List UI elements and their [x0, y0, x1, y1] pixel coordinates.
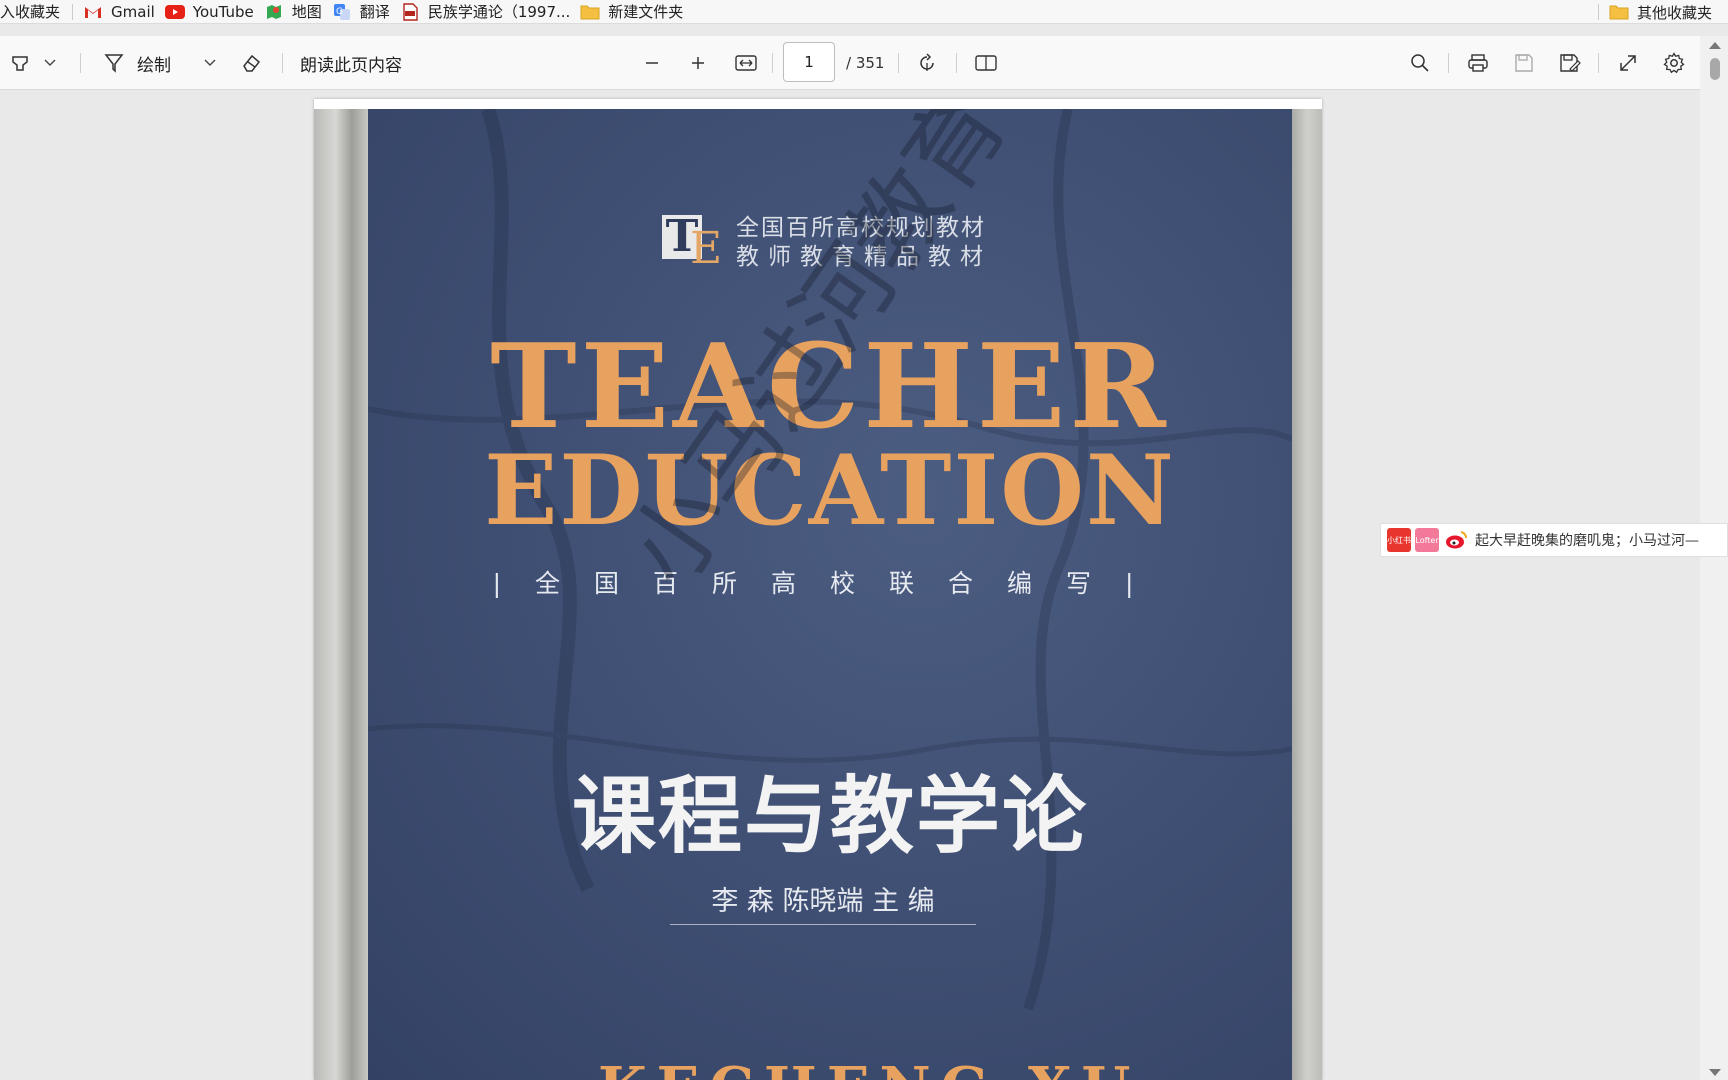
zoom-out-button[interactable]	[640, 36, 664, 90]
bookmark-label: 翻译	[359, 3, 390, 21]
bookmark-label: Gmail	[111, 2, 155, 21]
cover-edge-texture	[1292, 109, 1322, 1080]
bookmark-pdf[interactable]: 民族学通论（1997...	[400, 0, 580, 24]
page-view-button[interactable]	[972, 36, 1000, 90]
scrollbar-thumb[interactable]	[1710, 58, 1720, 80]
cover-spine-texture	[314, 109, 368, 1080]
weibo-icon[interactable]	[1445, 528, 1469, 552]
fit-width-icon	[735, 54, 757, 72]
bookmark-youtube[interactable]: YouTube	[164, 0, 264, 24]
page-total: / 351	[846, 54, 885, 72]
gear-icon	[1663, 52, 1685, 74]
bookmark-maps[interactable]: 地图	[264, 0, 332, 24]
page-number-input[interactable]: 1	[783, 42, 835, 82]
bookmark-favorites-import[interactable]: 入收藏夹	[0, 0, 70, 24]
book-title: 课程与教学论	[571, 766, 1088, 865]
fit-width-button[interactable]	[732, 36, 760, 90]
toolbar-separator	[898, 53, 899, 73]
highlighter-icon	[10, 53, 30, 73]
read-aloud-button[interactable]: 朗读此页内容	[300, 36, 420, 90]
rotate-icon	[916, 52, 938, 74]
bookmarks-bar: 入收藏夹 Gmail YouTube 地图 G 翻译 民族学通论（1997...	[0, 0, 1728, 24]
chevron-down-icon	[44, 59, 56, 67]
bookmark-separator	[1597, 4, 1599, 20]
chevron-down-icon	[204, 59, 216, 67]
toolbar-separator	[282, 53, 283, 73]
gmail-icon	[83, 3, 103, 21]
bookmark-other-favorites[interactable]: 其他收藏夹	[1609, 0, 1712, 24]
toolbar-separator	[1448, 53, 1449, 73]
save-as-icon	[1559, 53, 1581, 73]
fullscreen-button[interactable]	[1614, 36, 1642, 90]
draw-dropdown[interactable]	[200, 36, 220, 90]
draw-label: 绘制	[137, 55, 171, 76]
pdf-icon	[400, 2, 420, 21]
draw-button[interactable]: 绘制	[103, 36, 183, 90]
toolbar-separator	[1598, 53, 1599, 73]
youtube-icon	[164, 3, 185, 21]
bookmark-label: YouTube	[192, 2, 254, 21]
svg-text:G: G	[336, 7, 343, 17]
eraser-icon	[240, 52, 262, 74]
folder-icon	[580, 3, 600, 21]
bookmark-label: 民族学通论（1997...	[427, 3, 571, 21]
two-page-icon	[974, 54, 998, 72]
highlight-dropdown[interactable]	[40, 36, 60, 90]
settings-button[interactable]	[1660, 36, 1688, 90]
bookmark-separator	[72, 3, 74, 20]
expand-icon	[1618, 53, 1638, 73]
plus-icon	[690, 55, 706, 71]
rotate-button[interactable]	[914, 36, 940, 90]
highlight-button[interactable]	[6, 36, 34, 90]
floating-banner[interactable]: 小红书 Lofter 起大早赶晚集的磨叽鬼；小马过河—	[1380, 523, 1728, 557]
scroll-down-arrow[interactable]	[1709, 1069, 1721, 1076]
cover-title-education: EDUCATION	[484, 434, 1176, 547]
save-icon	[1514, 53, 1534, 73]
maps-icon	[264, 3, 284, 21]
pinyin-title-partial: KECHENG XU	[598, 1055, 1140, 1080]
zoom-in-button[interactable]	[686, 36, 710, 90]
save-button[interactable]	[1510, 36, 1538, 90]
save-as-button[interactable]	[1556, 36, 1584, 90]
read-aloud-label: 朗读此页内容	[300, 55, 402, 76]
search-button[interactable]	[1406, 36, 1434, 90]
lofter-icon[interactable]: Lofter	[1415, 528, 1439, 552]
pen-icon	[103, 52, 125, 74]
bookmark-label: 入收藏夹	[0, 3, 61, 21]
search-icon	[1410, 53, 1430, 73]
bookmark-label: 地图	[291, 3, 322, 21]
pdf-page: T E 全国百所高校规划教材 教师教育精品教材 TEACHER EDUCATIO…	[314, 99, 1322, 1080]
translate-icon: G	[332, 3, 352, 21]
toolbar-separator	[956, 53, 957, 73]
minus-icon	[644, 55, 660, 71]
printer-icon	[1467, 53, 1489, 73]
bookmark-label: 其他收藏夹	[1636, 3, 1712, 22]
bookmark-gmail[interactable]: Gmail	[83, 0, 165, 24]
folder-icon	[1609, 3, 1629, 21]
editors-line: 李 森 陈晓端 主 编	[670, 879, 976, 925]
pdf-toolbar: 绘制 朗读此页内容 1 / 351	[0, 36, 1700, 90]
erase-button[interactable]	[238, 36, 264, 90]
print-button[interactable]	[1464, 36, 1492, 90]
toolbar-separator	[80, 53, 81, 73]
vertical-scrollbar[interactable]	[1700, 36, 1728, 1080]
bookmark-label: 新建文件夹	[608, 3, 684, 21]
book-cover: T E 全国百所高校规划教材 教师教育精品教材 TEACHER EDUCATIO…	[368, 109, 1292, 1080]
bookmark-new-folder[interactable]: 新建文件夹	[580, 0, 693, 24]
scroll-up-arrow[interactable]	[1709, 42, 1721, 49]
joint-authorship-line: |全国百所高校联合编写|	[492, 569, 1168, 598]
xiaohongshu-icon[interactable]: 小红书	[1387, 528, 1411, 552]
toolbar-separator	[772, 53, 773, 73]
te-logo: T E	[662, 215, 726, 271]
banner-message: 起大早赶晚集的磨叽鬼；小马过河—	[1475, 533, 1699, 549]
bookmark-translate[interactable]: G 翻译	[332, 0, 400, 24]
